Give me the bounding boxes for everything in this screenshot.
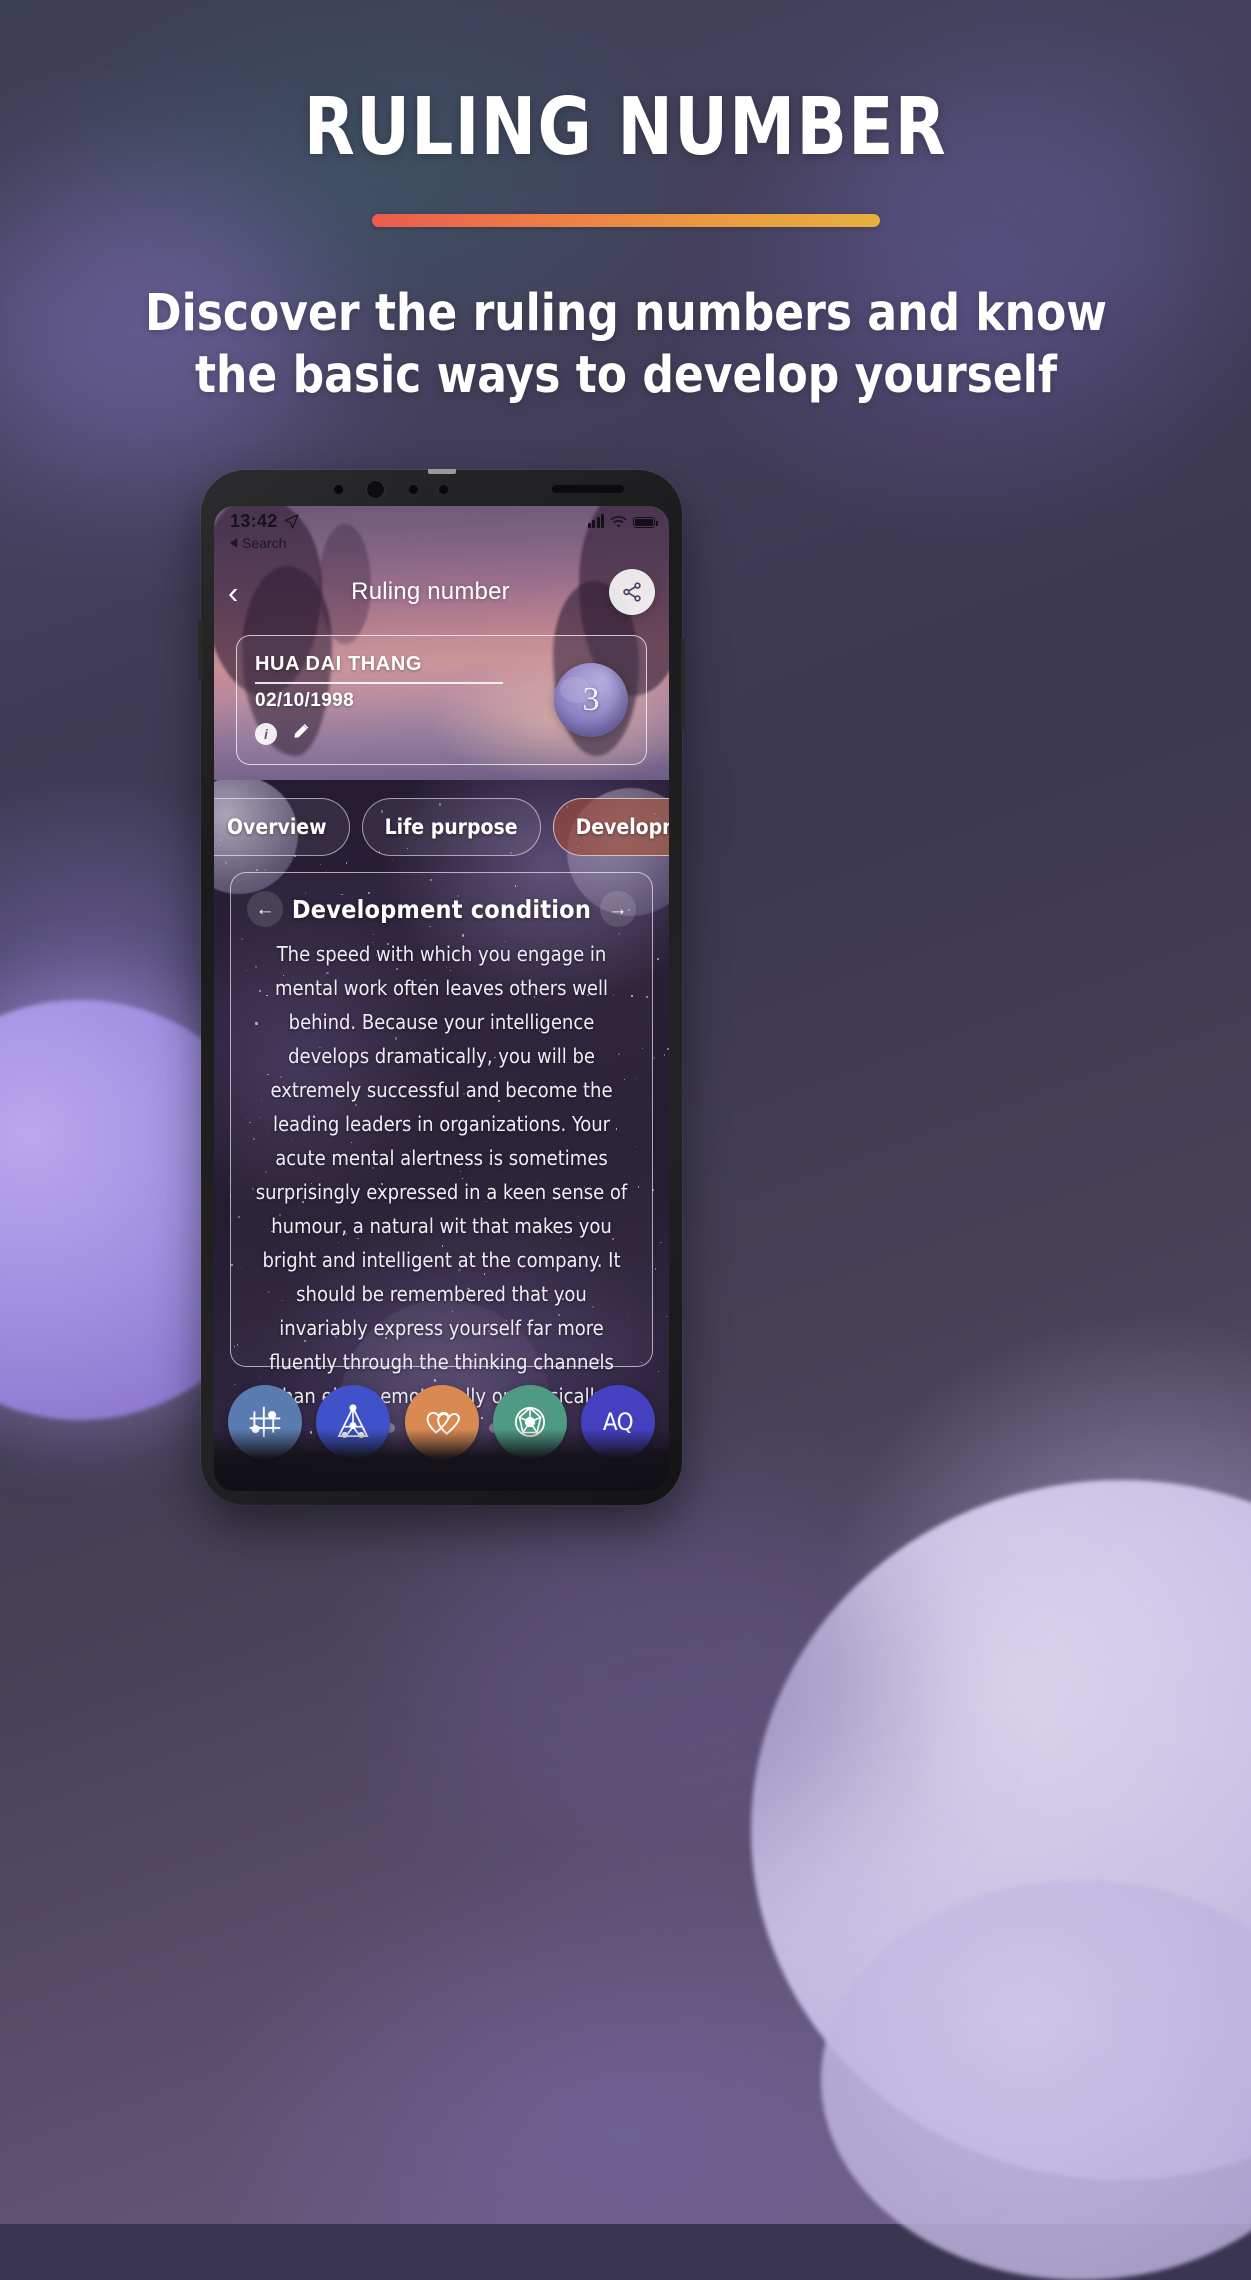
- app-bar: ‹ Ruling number: [214, 564, 669, 620]
- wifi-icon: [610, 516, 627, 528]
- sensor-dot: [334, 485, 343, 494]
- tab-bar[interactable]: OverviewLife purposeDevelopment conditio…: [214, 796, 669, 858]
- profile-card[interactable]: HUA DAI THANG 02/10/1998 i 3: [236, 635, 647, 765]
- page-subtitle: Discover the ruling numbers and know the…: [144, 284, 1107, 405]
- background-haze-3: [420, 1500, 900, 1860]
- ruling-number-value: 3: [582, 681, 600, 718]
- star: [660, 1241, 662, 1244]
- phone-top-bezel: [201, 470, 682, 506]
- pencil-edit-icon[interactable]: [291, 721, 312, 747]
- share-button[interactable]: [609, 569, 655, 615]
- previous-arrow-button[interactable]: ←: [247, 891, 283, 927]
- profile-name: HUA DAI THANG: [255, 653, 423, 676]
- status-back-to-search[interactable]: Search: [230, 535, 286, 551]
- content-card-header: ← Development condition →: [247, 891, 636, 927]
- phone-screen: 13:42 Search ‹ Ruling number HUA DAI THA…: [214, 506, 669, 1491]
- next-arrow-button[interactable]: →: [600, 891, 636, 927]
- content-card-body: The speed with which you engage in menta…: [255, 942, 628, 1408]
- tab-development-condition[interactable]: Development condition: [552, 798, 669, 856]
- marketing-header: RULING NUMBER Discover the ruling number…: [0, 0, 1251, 407]
- status-bar: 13:42 Search: [214, 506, 669, 556]
- profile-details: HUA DAI THANG 02/10/1998 i: [255, 653, 554, 747]
- star: [666, 1315, 668, 1317]
- sensor-dot-3: [439, 485, 448, 494]
- battery-icon: [633, 517, 658, 528]
- status-back-label: Search: [242, 535, 287, 551]
- star: [654, 1267, 657, 1270]
- star: [345, 862, 348, 864]
- front-camera-icon: [366, 480, 385, 499]
- star: [657, 958, 660, 961]
- status-time: 13:42: [230, 511, 278, 531]
- profile-date-of-birth: 02/10/1998: [255, 689, 355, 711]
- info-icon[interactable]: i: [255, 722, 277, 745]
- star: [664, 1054, 666, 1056]
- content-card-title: Development condition: [291, 894, 592, 924]
- share-icon: [623, 582, 641, 602]
- bottom-nav-shade: [214, 1429, 669, 1491]
- star: [223, 1138, 225, 1140]
- tab-overview[interactable]: Overview: [214, 798, 350, 856]
- title-divider: [371, 214, 880, 227]
- app-bar-title: Ruling number: [351, 578, 510, 605]
- status-bar-left: 13:42: [230, 511, 300, 532]
- content-card: ← Development condition → The speed with…: [230, 872, 653, 1433]
- sensor-dot-2: [409, 485, 418, 494]
- profile-actions: i: [255, 721, 554, 747]
- cellular-signal-icon: [587, 514, 604, 528]
- triangle-left-icon: [230, 538, 238, 548]
- star: [320, 863, 321, 865]
- star: [392, 858, 394, 860]
- page-title: RULING NUMBER: [303, 81, 948, 173]
- phone-mockup: 13:42 Search ‹ Ruling number HUA DAI THA…: [198, 469, 685, 1505]
- status-bar-right: [587, 514, 658, 528]
- star: [666, 1047, 669, 1050]
- profile-divider: [255, 682, 504, 684]
- navigation-arrow-icon: [284, 514, 299, 529]
- star: [653, 1057, 656, 1059]
- ruling-number-badge: 3: [554, 663, 628, 737]
- tab-life-purpose[interactable]: Life purpose: [361, 798, 541, 856]
- app-body: OverviewLife purposeDevelopment conditio…: [214, 780, 669, 1491]
- earpiece-speaker: [552, 485, 624, 493]
